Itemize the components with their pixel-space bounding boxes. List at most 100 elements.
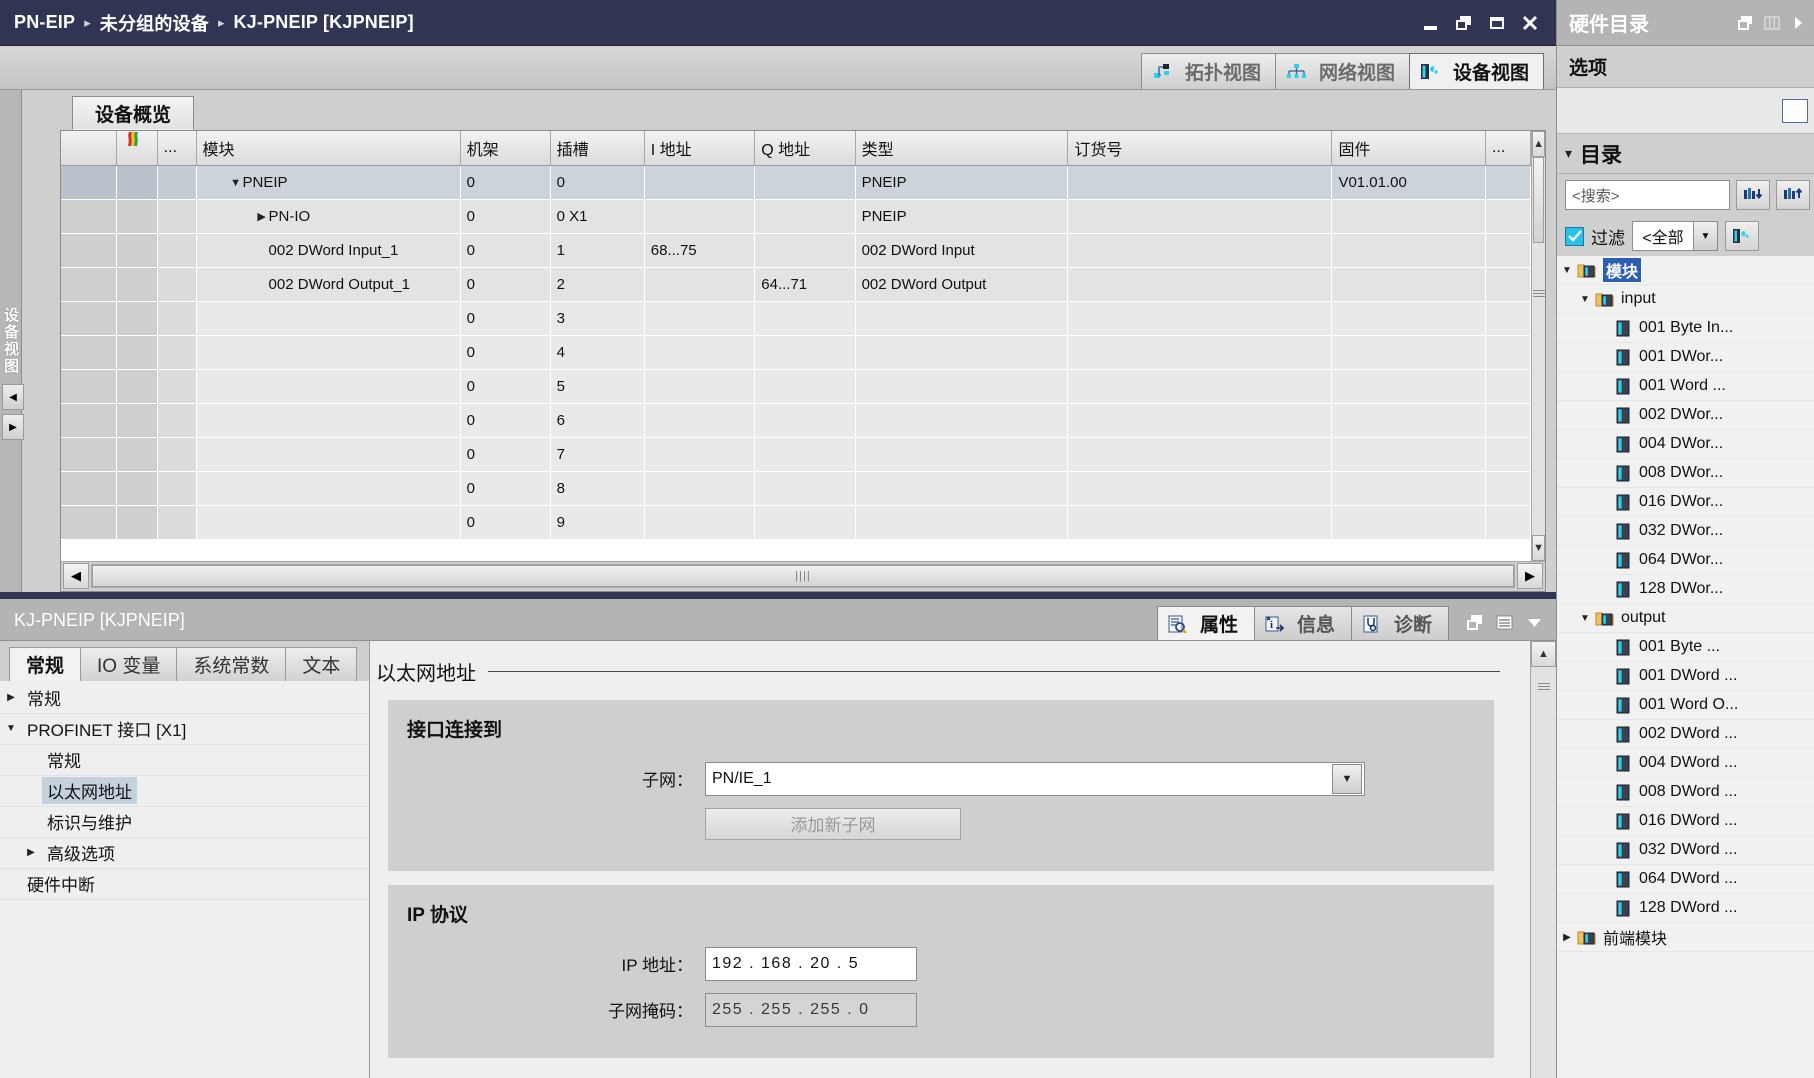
cell-i-address[interactable] (644, 302, 755, 336)
cell-type[interactable] (855, 506, 1068, 540)
row-diagnostics-cell[interactable] (116, 302, 157, 336)
cell-rack[interactable]: 0 (460, 302, 550, 336)
col-more[interactable]: ... (1485, 131, 1530, 166)
cell-rack[interactable]: 0 (460, 336, 550, 370)
tab-diagnostics[interactable]: 诊断 (1351, 606, 1449, 640)
nav-item-6[interactable]: 硬件中断 (0, 869, 369, 900)
cell-rack[interactable]: 0 (460, 472, 550, 506)
cell-q-address[interactable] (755, 506, 855, 540)
cell-firmware[interactable] (1332, 268, 1486, 302)
table-horizontal-scrollbar[interactable]: ◀ |||| ▶ (61, 561, 1545, 591)
twisty-icon[interactable]: ▼ (1575, 294, 1595, 305)
breadcrumb-item-project[interactable]: PN-EIP (14, 12, 75, 33)
cell-rack[interactable]: 0 (460, 200, 550, 234)
row-dots-cell[interactable] (157, 200, 196, 234)
catalog-tree-item[interactable]: 002 DWord ... (1557, 720, 1814, 749)
cell-q-address[interactable] (755, 438, 855, 472)
scroll-left-arrow-icon[interactable]: ◀ (63, 563, 89, 589)
cell-more[interactable] (1485, 404, 1530, 438)
cell-order-number[interactable] (1068, 234, 1332, 268)
minimize-icon[interactable] (1421, 13, 1441, 33)
cell-slot[interactable]: 2 (550, 268, 644, 302)
row-dots-cell[interactable] (157, 370, 196, 404)
cell-firmware[interactable] (1332, 370, 1486, 404)
table-row[interactable]: ▶PN-IO00 X1PNEIP (61, 200, 1531, 234)
table-row[interactable]: 002 DWord Output_10264...71002 DWord Out… (61, 268, 1531, 302)
tab-network-view[interactable]: 网络视图 (1275, 53, 1410, 89)
cell-q-address[interactable] (755, 472, 855, 506)
sub-tab-2[interactable]: 系统常数 (176, 647, 286, 681)
cell-order-number[interactable] (1068, 166, 1332, 200)
row-selector-cell[interactable] (61, 336, 116, 370)
row-dots-cell[interactable] (157, 404, 196, 438)
row-diagnostics-cell[interactable] (116, 336, 157, 370)
twisty-icon[interactable]: ▼ (1575, 613, 1595, 624)
cell-slot[interactable]: 1 (550, 234, 644, 268)
cell-firmware[interactable] (1332, 506, 1486, 540)
cell-more[interactable] (1485, 268, 1530, 302)
cell-q-address[interactable] (755, 370, 855, 404)
twisty-icon[interactable]: ▼ (1557, 265, 1577, 276)
expand-right-arrow-icon[interactable]: ▶ (2, 414, 24, 440)
chevron-down-icon[interactable]: ▼ (1693, 222, 1717, 250)
cell-slot[interactable]: 5 (550, 370, 644, 404)
cell-firmware[interactable]: V01.01.00 (1332, 166, 1486, 200)
col-dots[interactable]: ... (157, 131, 196, 166)
col-order-number[interactable]: 订货号 (1068, 131, 1332, 166)
col-i-address[interactable]: I 地址 (644, 131, 755, 166)
catalog-tree-item[interactable]: 001 DWor... (1557, 343, 1814, 372)
row-diagnostics-cell[interactable] (116, 234, 157, 268)
restore-icon[interactable] (1465, 613, 1484, 632)
cell-rack[interactable]: 0 (460, 370, 550, 404)
restore-icon[interactable] (1454, 13, 1474, 33)
cell-module[interactable] (196, 438, 460, 472)
row-dots-cell[interactable] (157, 166, 196, 200)
nav-item-1[interactable]: ▼PROFINET 接口 [X1] (0, 714, 369, 745)
sub-tab-1[interactable]: IO 变量 (80, 647, 177, 681)
cell-more[interactable] (1485, 438, 1530, 472)
row-diagnostics-cell[interactable] (116, 200, 157, 234)
twisty-icon[interactable]: ▶ (1557, 932, 1577, 943)
twisty-icon[interactable]: ▼ (0, 723, 22, 734)
maximize-icon[interactable] (1487, 13, 1507, 33)
row-dots-cell[interactable] (157, 336, 196, 370)
cell-slot[interactable]: 0 (550, 166, 644, 200)
cell-order-number[interactable] (1068, 302, 1332, 336)
cell-i-address[interactable] (644, 506, 755, 540)
chevron-down-icon[interactable] (1525, 613, 1544, 632)
cell-module[interactable]: ▶PN-IO (196, 200, 460, 234)
table-row[interactable]: 08 (61, 472, 1531, 506)
vertical-scroll-thumb[interactable] (1533, 157, 1544, 243)
cell-module[interactable]: 002 DWord Input_1 (196, 234, 460, 268)
row-diagnostics-cell[interactable] (116, 166, 157, 200)
properties-vertical-scrollbar[interactable]: ▲ (1530, 641, 1556, 1078)
row-diagnostics-cell[interactable] (116, 472, 157, 506)
scroll-up-arrow-icon[interactable]: ▲ (1532, 131, 1545, 157)
catalog-search-input[interactable]: <搜索> (1565, 180, 1730, 210)
catalog-tree-item[interactable]: 128 DWor... (1557, 575, 1814, 604)
row-dots-cell[interactable] (157, 268, 196, 302)
cell-firmware[interactable] (1332, 302, 1486, 336)
cell-q-address[interactable] (755, 336, 855, 370)
catalog-tree-item[interactable]: 032 DWord ... (1557, 836, 1814, 865)
cell-rack[interactable]: 0 (460, 268, 550, 302)
cell-q-address[interactable] (755, 166, 855, 200)
chevron-down-icon[interactable]: ▾ (1565, 145, 1572, 162)
tab-device-overview[interactable]: 设备概览 (72, 96, 194, 130)
cell-rack[interactable]: 0 (460, 166, 550, 200)
row-selector-cell[interactable] (61, 506, 116, 540)
tab-properties[interactable]: 属性 (1157, 606, 1255, 640)
cell-more[interactable] (1485, 302, 1530, 336)
cell-rack[interactable]: 0 (460, 234, 550, 268)
nav-item-5[interactable]: ▶高级选项 (0, 838, 369, 869)
cell-firmware[interactable] (1332, 438, 1486, 472)
row-dots-cell[interactable] (157, 302, 196, 336)
col-type[interactable]: 类型 (855, 131, 1068, 166)
cell-rack[interactable]: 0 (460, 438, 550, 472)
breadcrumb-item-device[interactable]: KJ-PNEIP [KJPNEIP] (233, 12, 413, 33)
catalog-tree-item[interactable]: ▼input (1557, 285, 1814, 314)
cell-q-address[interactable] (755, 302, 855, 336)
cell-order-number[interactable] (1068, 506, 1332, 540)
cell-i-address[interactable] (644, 336, 755, 370)
cell-slot[interactable]: 4 (550, 336, 644, 370)
